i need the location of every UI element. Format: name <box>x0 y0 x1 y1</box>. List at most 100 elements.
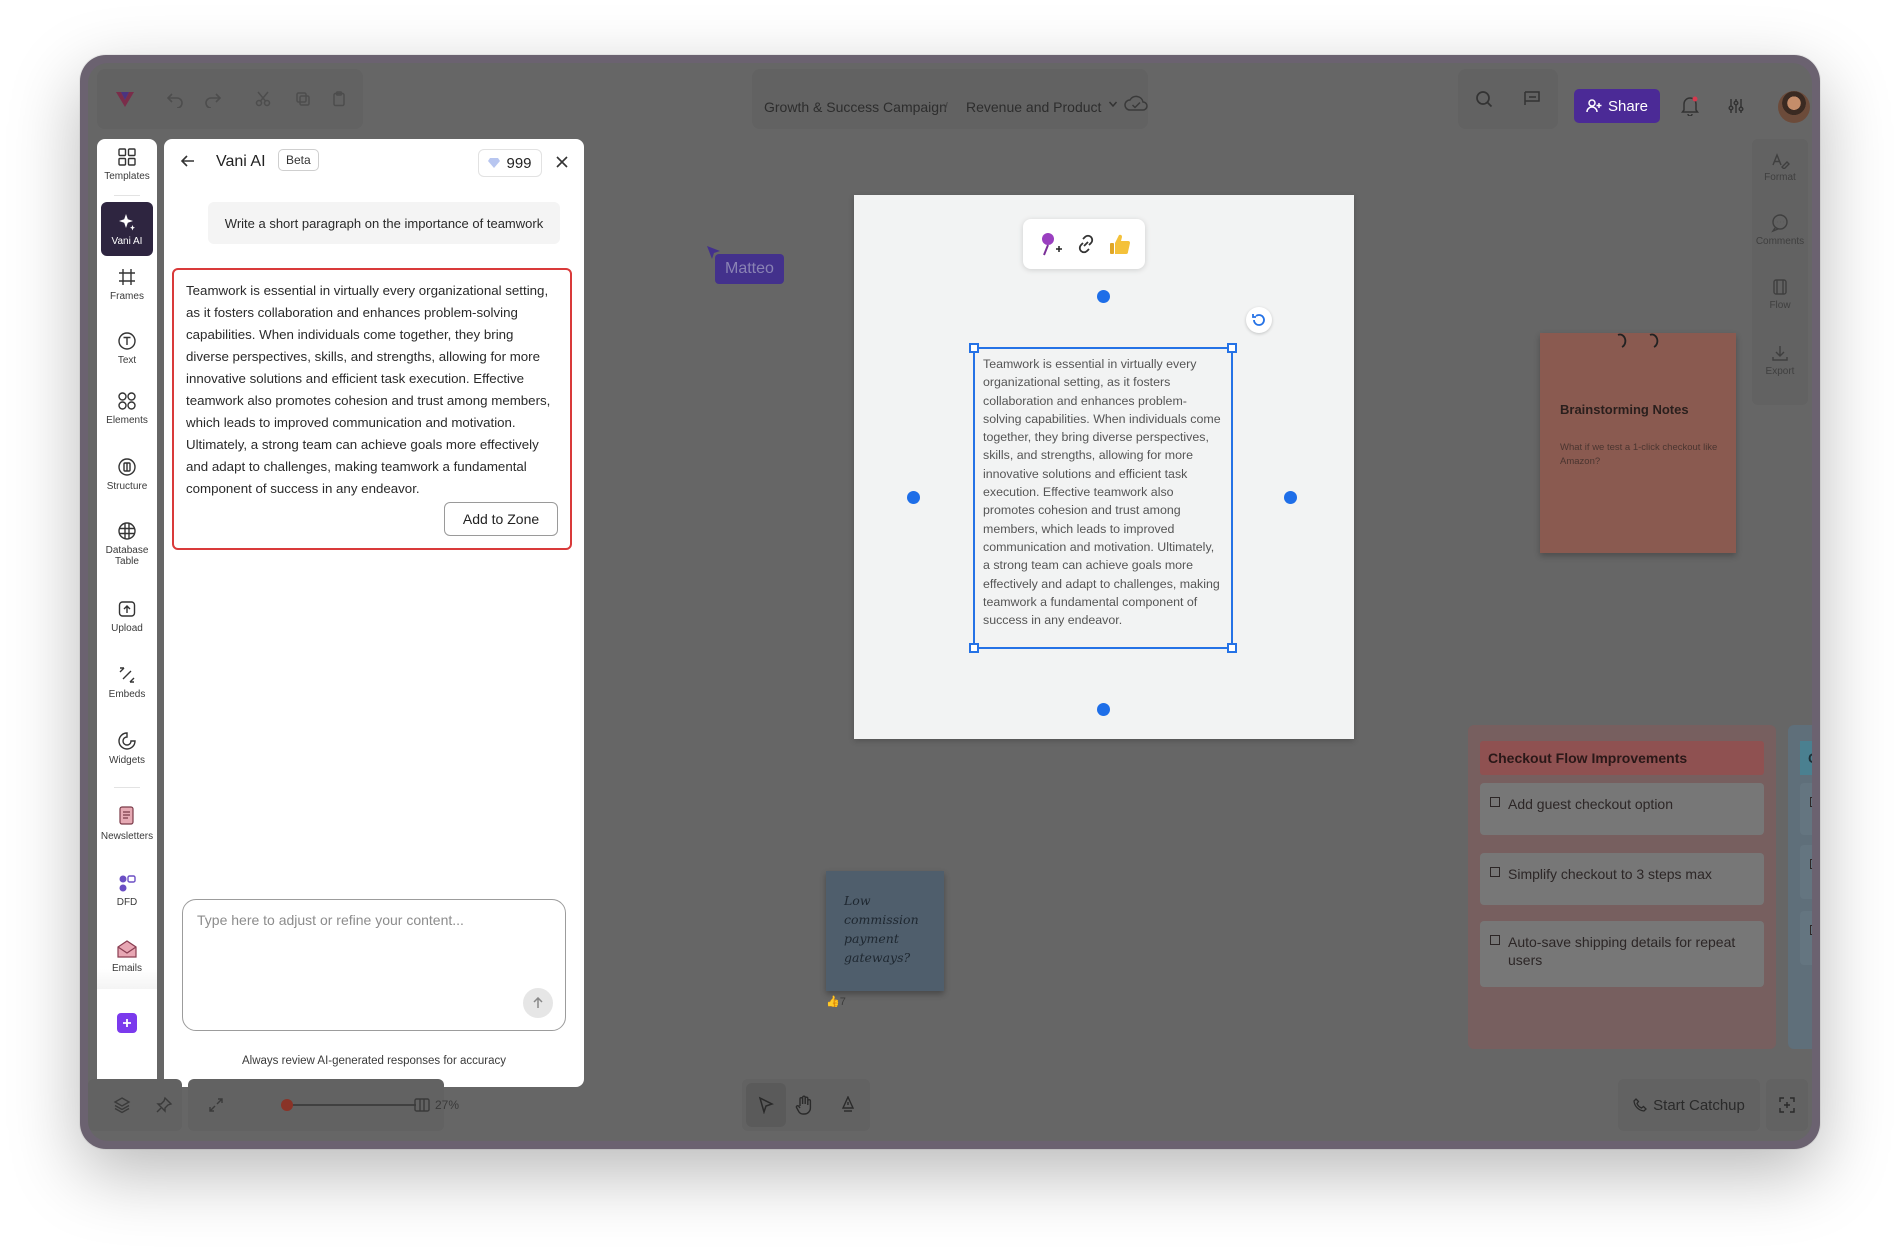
resize-handle-bl[interactable] <box>969 643 979 653</box>
format-icon <box>1772 153 1790 169</box>
redo-icon[interactable] <box>201 87 225 111</box>
flow-tool[interactable]: Flow <box>1752 277 1808 311</box>
checkbox[interactable] <box>1490 867 1500 877</box>
cloud-sync-icon[interactable] <box>1122 91 1150 115</box>
checkbox[interactable] <box>1810 925 1812 935</box>
app-screen: Growth & Success Campaign / Revenue and … <box>88 63 1812 1141</box>
resize-handle-tl[interactable] <box>969 343 979 353</box>
chevron-down-icon[interactable] <box>1106 97 1120 111</box>
vote-value: 7 <box>839 996 846 1008</box>
kanban-title: Cus <box>1800 741 1812 775</box>
thumbs-up-icon[interactable] <box>1108 232 1132 256</box>
vote-count[interactable]: 👍7 <box>826 995 846 1008</box>
kanban-card[interactable] <box>1800 783 1812 835</box>
kanban-card[interactable]: Simplify checkout to 3 steps max <box>1480 853 1764 905</box>
tool-label: Database Table <box>105 545 149 567</box>
email-icon <box>117 940 137 958</box>
settings-sliders-icon[interactable] <box>1724 93 1748 119</box>
link-icon[interactable] <box>1074 232 1098 256</box>
resize-handle-br[interactable] <box>1227 643 1237 653</box>
cut-icon[interactable] <box>251 87 275 111</box>
newsletter-icon <box>119 806 134 825</box>
tool-emails[interactable]: Emails <box>97 939 157 989</box>
connector-handle-right[interactable] <box>1284 491 1297 504</box>
fit-screen-icon[interactable] <box>204 1093 228 1117</box>
app-logo-icon[interactable] <box>111 85 139 113</box>
paste-icon[interactable] <box>327 87 351 111</box>
layers-icon[interactable] <box>110 1093 134 1117</box>
tool-frames[interactable]: Frames <box>97 267 157 302</box>
catchup-label: Start Catchup <box>1653 1096 1745 1114</box>
connector-handle-left[interactable] <box>907 491 920 504</box>
start-catchup-button[interactable]: Start Catchup <box>1618 1079 1760 1131</box>
rotate-handle[interactable] <box>1246 307 1272 333</box>
tool-dfd[interactable]: DFD <box>97 873 157 908</box>
collaborator-cursor-label: Matteo <box>715 254 784 284</box>
sticky-note-orange[interactable]: Brainstorming Notes What if we test a 1-… <box>1540 333 1736 553</box>
checkbox[interactable] <box>1490 797 1500 807</box>
tool-embeds[interactable]: Embeds <box>97 665 157 700</box>
checkbox[interactable] <box>1810 859 1812 869</box>
close-icon[interactable] <box>552 152 572 172</box>
tool-vani-ai[interactable]: Vani AI <box>101 202 153 256</box>
search-icon[interactable] <box>1472 87 1496 111</box>
tool-newsletters[interactable]: Newsletters <box>97 805 157 842</box>
add-to-zone-button[interactable]: Add to Zone <box>444 502 558 536</box>
kanban-card[interactable] <box>1800 845 1812 899</box>
zoom-slider-knob[interactable] <box>281 1099 293 1111</box>
select-tool-icon[interactable] <box>746 1083 786 1127</box>
right-sidebar: Format Comments Flow Export <box>1752 139 1808 405</box>
kanban-card[interactable]: Auto-save shipping details for repeat us… <box>1480 921 1764 987</box>
resize-handle-tr[interactable] <box>1227 343 1237 353</box>
scan-icon[interactable] <box>1774 1093 1800 1117</box>
tool-upload[interactable]: Upload <box>97 599 157 634</box>
present-icon[interactable] <box>1520 87 1544 111</box>
beta-badge: Beta <box>278 149 319 171</box>
checkbox[interactable] <box>1490 935 1500 945</box>
tool-text[interactable]: Text <box>97 331 157 366</box>
canvas-frame[interactable]: Teamwork is essential in virtually every… <box>854 195 1354 739</box>
format-tool[interactable]: Format <box>1752 151 1808 183</box>
comments-tool[interactable]: Comments <box>1752 213 1808 247</box>
share-button[interactable]: Share <box>1574 89 1660 123</box>
sticky-note-blue[interactable]: Low commission payment gateways? <box>826 871 944 991</box>
undo-icon[interactable] <box>163 87 187 111</box>
map-icon[interactable] <box>410 1093 434 1117</box>
selected-text-box[interactable]: Teamwork is essential in virtually every… <box>969 343 1237 653</box>
pin-add-icon[interactable] <box>1036 231 1064 257</box>
zoom-slider-track[interactable] <box>284 1104 416 1106</box>
tool-structure[interactable]: Structure <box>97 457 157 492</box>
tool-templates[interactable]: Templates <box>97 147 157 182</box>
copy-icon[interactable] <box>291 87 315 111</box>
kanban-card-text: Auto-save shipping details for repeat us… <box>1508 934 1736 968</box>
widgets-icon <box>118 732 136 750</box>
tool-widgets[interactable]: Widgets <box>97 731 157 766</box>
checkbox[interactable] <box>1810 797 1812 807</box>
kanban-card[interactable] <box>1800 911 1812 965</box>
tool-database-table[interactable]: Database Table <box>97 521 157 567</box>
breadcrumb-current[interactable]: Revenue and Product <box>966 99 1101 115</box>
breadcrumb: Growth & Success Campaign / Revenue and … <box>752 69 1148 129</box>
send-button[interactable] <box>523 988 553 1018</box>
bell-icon[interactable] <box>1678 93 1702 119</box>
divider <box>114 195 140 196</box>
tool-elements[interactable]: Elements <box>97 391 157 426</box>
topbar-left-group <box>97 69 363 129</box>
add-tool-button[interactable] <box>117 1013 137 1033</box>
credits-value: 999 <box>506 154 532 172</box>
pin-icon[interactable] <box>152 1093 176 1117</box>
refine-input[interactable] <box>195 910 539 984</box>
kanban-column[interactable]: Checkout Flow Improvements Add guest che… <box>1468 725 1776 1049</box>
export-tool[interactable]: Export <box>1752 343 1808 377</box>
connector-handle-bottom[interactable] <box>1097 703 1110 716</box>
kanban-card[interactable]: Add guest checkout option <box>1480 783 1764 835</box>
pen-tool-icon[interactable] <box>836 1093 860 1117</box>
breadcrumb-parent[interactable]: Growth & Success Campaign <box>764 99 947 115</box>
back-arrow-icon[interactable] <box>178 151 198 171</box>
avatar[interactable] <box>1778 91 1810 123</box>
right-sidebar-label: Export <box>1765 366 1795 377</box>
kanban-column-partial[interactable]: Cus <box>1788 725 1812 1049</box>
tool-label: Embeds <box>108 689 146 700</box>
hand-tool-icon[interactable] <box>792 1093 816 1117</box>
connector-handle-top[interactable] <box>1097 290 1110 303</box>
